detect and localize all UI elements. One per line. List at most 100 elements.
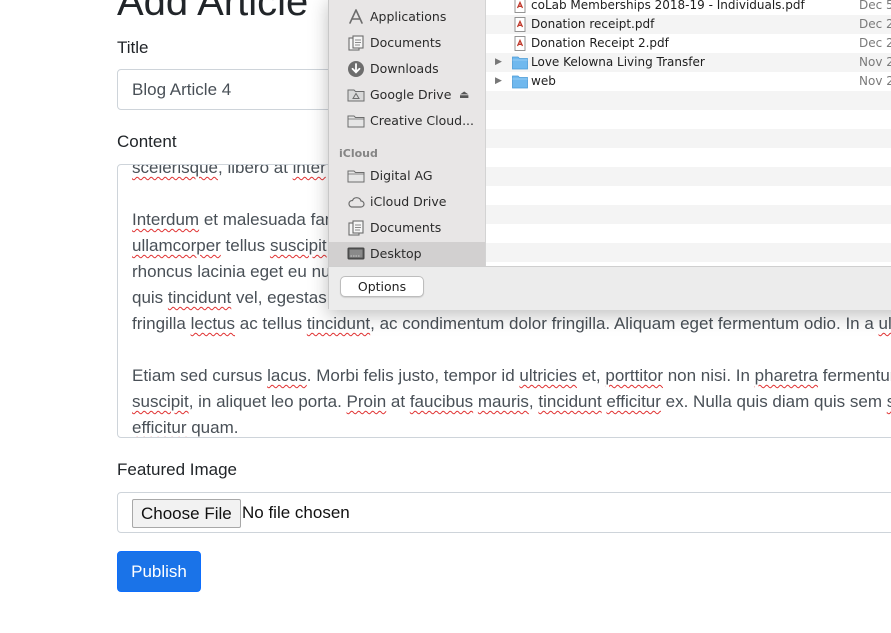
misspelled-word: lacus [267,366,307,385]
sidebar-item-label: Downloads [370,61,439,76]
sidebar-item-label: Creative Cloud... [370,113,475,128]
content-text-segment: Etiam sed cursus [132,366,268,385]
content-line: Etiam sed cursus lacus. Morbi felis just… [132,363,891,389]
content-label: Content [117,132,177,151]
pdf-file-icon [514,36,526,51]
misspelled-word: efficitur [132,418,187,437]
finder-sidebar[interactable]: Applications Documents Downloads Google … [329,0,486,266]
content-text-segment: ac tellus [235,314,307,333]
sidebar-item-label: Digital AG [370,168,433,183]
list-item[interactable]: ▶ web Nov 2 [486,72,891,91]
file-date: Dec 5 [859,0,891,12]
folder-icon [512,75,528,89]
list-item[interactable]: Donation receipt.pdf Dec 2 [486,15,891,34]
file-date: Dec 2 [859,36,891,50]
pdf-file-icon [514,17,526,32]
empty-row [486,186,891,205]
content-line [132,337,891,363]
choose-file-button[interactable]: Choose File [132,499,241,528]
empty-row [486,110,891,129]
downloads-icon [348,61,364,77]
sidebar-item-label: Applications [370,9,447,24]
misspelled-word: tincidunt [306,314,371,333]
featured-image-label: Featured Image [117,460,238,479]
content-line: fringilla lectus ac tellus tincidunt, ac… [132,311,891,337]
pdf-file-icon [514,0,526,13]
misspelled-word: ult [878,314,891,333]
folder-name: Love Kelowna Living Transfer [531,55,705,69]
misspelled-word: inter [292,164,326,177]
empty-row [486,205,891,224]
misspelled-word: ullamcorper [132,236,221,255]
sidebar-item-digital-ag[interactable]: Digital AG [329,164,485,188]
documents-icon [348,35,364,51]
misspelled-word: Interdum [132,210,200,229]
documents-icon [348,220,364,236]
publish-button[interactable]: Publish [117,551,201,592]
content-line: suscipit, in aliquet leo porta. Proin at… [132,389,891,415]
disclosure-triangle-icon[interactable]: ▶ [495,72,502,91]
content-text-segment: et, [577,366,606,385]
file-name: Donation receipt.pdf [531,17,655,31]
cloud-icon [348,197,365,208]
misspelled-word: faucibus [409,392,474,411]
misspelled-word: lectus [190,314,236,333]
empty-row [486,148,891,167]
content-text-segment: , in aliquet leo porta. [188,392,347,411]
misspelled-word: suscipit [132,392,189,411]
content-text-segment: . Morbi felis justo, tempor id [306,366,520,385]
misspelled-word: scelerisque [132,164,218,177]
file-picker-dialog: Applications Documents Downloads Google … [328,0,891,310]
sidebar-item-label: Documents [370,35,442,50]
drive-icon [347,89,365,102]
folder-icon [347,115,365,128]
misspelled-word: mauris [477,392,529,411]
content-text-segment: fringilla [132,314,191,333]
empty-row [486,167,891,186]
eject-icon[interactable]: ⏏ [459,83,469,107]
misspelled-word: sc [887,392,891,411]
misspelled-word: pharetra [754,366,818,385]
list-item[interactable]: ▶ Love Kelowna Living Transfer Nov 2 [486,53,891,72]
page-title: Add Article [117,0,309,24]
disclosure-triangle-icon[interactable]: ▶ [495,53,502,72]
misspelled-word: suscipit [269,236,327,255]
applications-icon [349,9,363,24]
sidebar-item-downloads[interactable]: Downloads [329,57,485,81]
sidebar-item-applications[interactable]: Applications [329,5,485,29]
content-text-segment: , ac condimentum dolor fringilla. Aliqua… [370,314,879,333]
no-file-text: No file chosen [242,503,350,522]
file-name: Donation Receipt 2.pdf [531,36,669,50]
content-text-segment: non nisi. In [663,366,755,385]
misspelled-word: tincidunt [167,288,232,307]
featured-image-input[interactable]: Choose File No file chosen [117,492,891,533]
misspelled-word: ultricies [519,366,577,385]
options-button[interactable]: Options [340,276,424,297]
dialog-bottom-bar: Options [329,266,891,310]
empty-row [486,91,891,110]
empty-row [486,243,891,262]
sidebar-item-label: Documents [370,220,442,235]
content-text-segment: at [386,392,410,411]
content-text-segment: , [528,392,539,411]
content-text-segment: vel, egestas [231,288,327,307]
folder-name: web [531,74,556,88]
folder-icon [512,56,528,70]
file-list[interactable]: coLab Memberships 2018-19 - Individuals.… [486,0,891,266]
sidebar-item-google-drive[interactable]: Google Drive ⏏ [329,83,485,107]
sidebar-item-creative-cloud[interactable]: Creative Cloud... [329,109,485,133]
sidebar-item-icloud-documents[interactable]: Documents [329,216,485,240]
content-text-segment: quam. [186,418,239,437]
misspelled-word: Proin [346,392,387,411]
sidebar-item-label: Google Drive [370,87,452,102]
list-item[interactable]: Donation Receipt 2.pdf Dec 2 [486,34,891,53]
sidebar-item-desktop[interactable]: Desktop [329,242,485,266]
sidebar-item-documents[interactable]: Documents [329,31,485,55]
misspelled-word: efficitur [606,392,661,411]
sidebar-item-label: Desktop [370,246,422,261]
desktop-icon [347,247,365,260]
sidebar-item-icloud-drive[interactable]: iCloud Drive [329,190,485,214]
content-text-segment: tellus [220,236,270,255]
sidebar-item-label: iCloud Drive [370,194,447,209]
list-item[interactable]: coLab Memberships 2018-19 - Individuals.… [486,0,891,15]
